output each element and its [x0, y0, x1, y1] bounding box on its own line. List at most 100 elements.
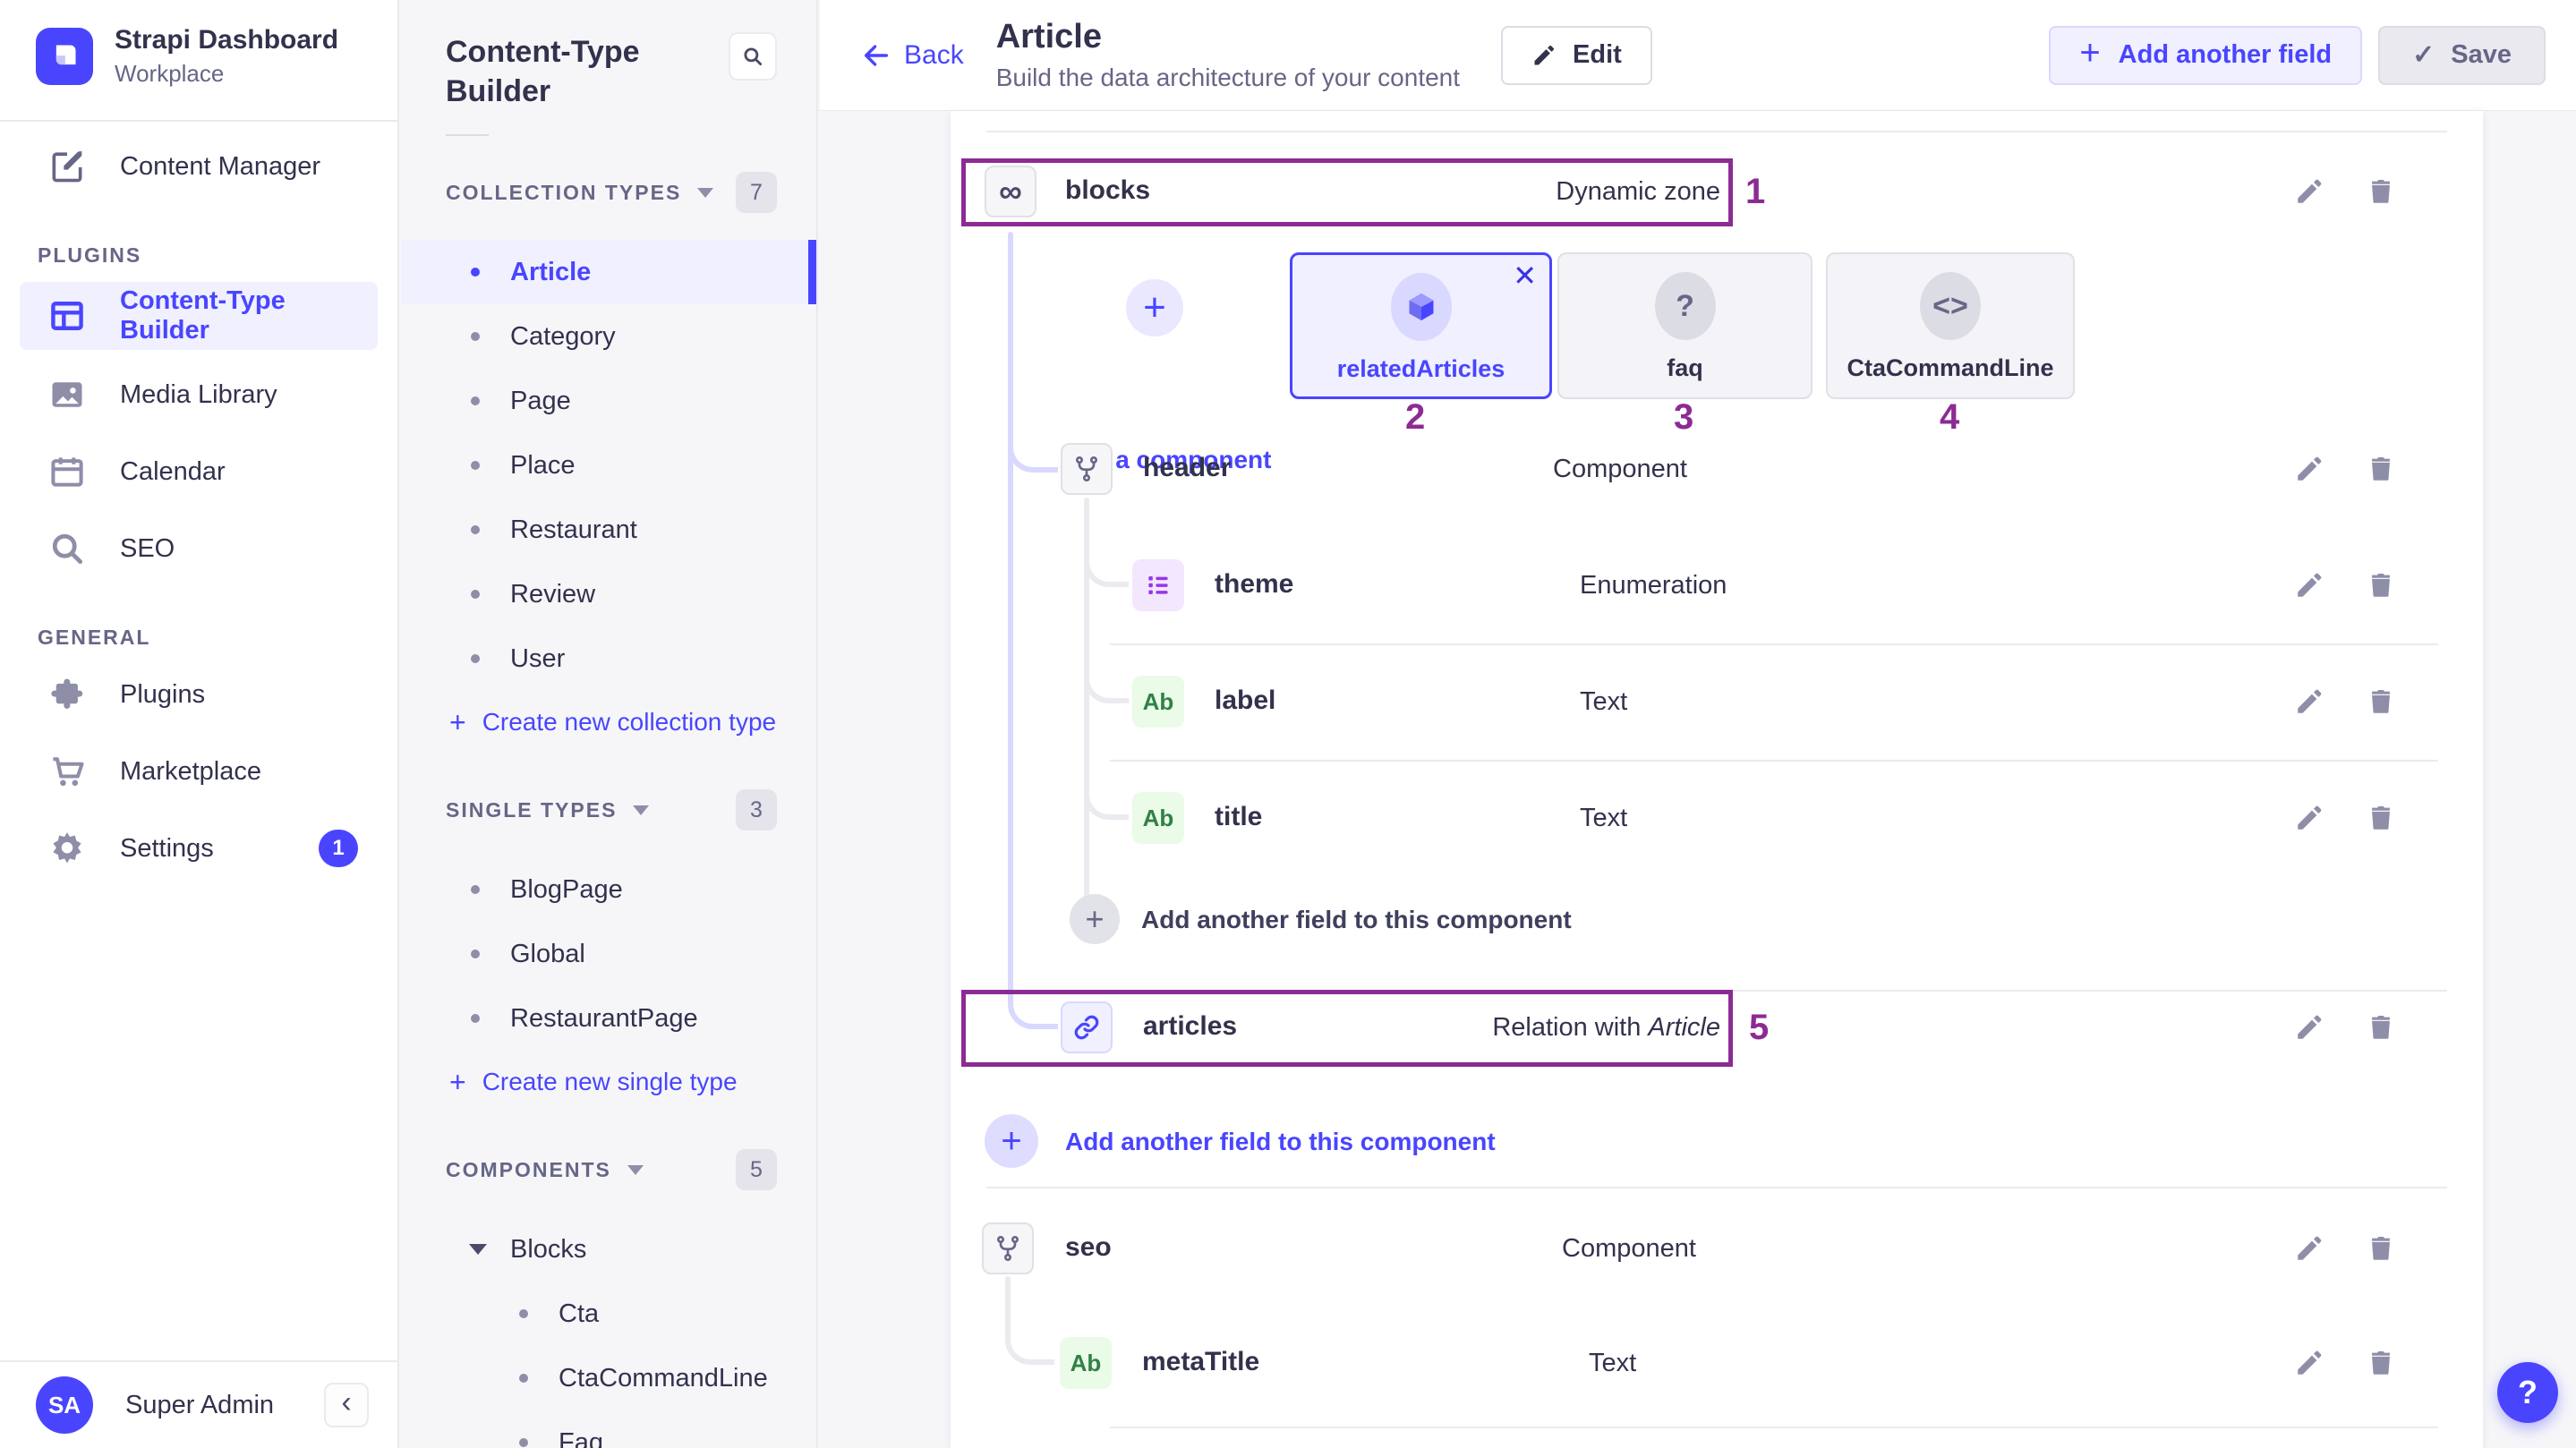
puzzle-icon	[47, 674, 88, 715]
edit-field-button[interactable]	[2291, 451, 2327, 487]
plus-icon: +	[1085, 900, 1104, 938]
annotation-number-4: 4	[1940, 397, 1959, 438]
tree-line-seo	[1005, 1276, 1011, 1332]
chevron-down-icon	[697, 188, 713, 198]
subnav-item-blogpage[interactable]: BlogPage	[401, 857, 816, 922]
sidebar-item-settings[interactable]: Settings 1	[0, 816, 397, 881]
components-header[interactable]: COMPONENTS 5	[446, 1149, 777, 1190]
delete-field-button[interactable]	[2363, 1231, 2399, 1266]
close-icon[interactable]: ✕	[1513, 259, 1537, 293]
sidebar-item-seo[interactable]: SEO	[0, 516, 397, 581]
bullet-icon	[471, 590, 480, 599]
sidebar-item-calendar[interactable]: Calendar	[0, 439, 397, 504]
field-type: Text	[1580, 687, 1627, 717]
subnav-item-article[interactable]: Article	[401, 240, 816, 304]
cube-icon	[1391, 273, 1452, 341]
sidebar-item-content-manager[interactable]: Content Manager	[0, 134, 397, 199]
collapse-sidebar-button[interactable]: ‹	[324, 1383, 369, 1427]
sidebar-item-plugins[interactable]: Plugins	[0, 662, 397, 727]
avatar[interactable]: SA	[36, 1376, 93, 1434]
field-name: title	[1215, 802, 1262, 832]
sidebar-item-label: Content Manager	[120, 152, 320, 182]
create-single-type-link[interactable]: + Create new single type	[401, 1051, 816, 1113]
subnav-item-faq[interactable]: Faq	[401, 1410, 816, 1448]
component-card-relatedarticles[interactable]: ✕ relatedArticles	[1290, 252, 1552, 399]
settings-badge: 1	[319, 830, 358, 867]
divider	[1110, 1427, 2438, 1428]
chevron-down-icon	[627, 1165, 644, 1175]
component-card-faq[interactable]: ? faq	[1557, 252, 1813, 399]
section-label-general: GENERAL	[0, 626, 397, 650]
sidebar-item-content-type-builder[interactable]: Content-Type Builder	[20, 282, 378, 350]
tree-elbow-label	[1084, 664, 1129, 703]
delete-field-button[interactable]	[2363, 567, 2399, 603]
component-icon	[982, 1222, 1034, 1274]
app-root: Strapi Dashboard Workplace Content Manag…	[0, 0, 2576, 1448]
add-component-button[interactable]: +	[1126, 279, 1183, 336]
subnav-item-category[interactable]: Category	[401, 304, 816, 369]
component-card-ctacommandline[interactable]: <> CtaCommandLine	[1826, 252, 2075, 399]
sidebar-item-label: Content-Type Builder	[120, 286, 378, 345]
search-button[interactable]	[729, 32, 777, 81]
single-types-count: 3	[736, 789, 777, 830]
subnav-item-global[interactable]: Global	[401, 922, 816, 986]
bullet-icon	[519, 1374, 528, 1383]
subnav-item-restaurant[interactable]: Restaurant	[401, 498, 816, 562]
workspace-name: Workplace	[115, 60, 338, 88]
enumeration-icon	[1132, 559, 1184, 611]
sidebar-item-label: Settings	[120, 834, 214, 864]
save-button[interactable]: ✓ Save	[2378, 26, 2546, 85]
subnav-item-ctacommandline[interactable]: CtaCommandLine	[401, 1346, 816, 1410]
delete-field-button[interactable]	[2363, 684, 2399, 720]
collection-types-header[interactable]: COLLECTION TYPES 7	[446, 172, 777, 213]
sidebar-item-marketplace[interactable]: Marketplace	[0, 739, 397, 804]
edit-field-button[interactable]	[2291, 1009, 2327, 1045]
bullet-icon	[471, 1014, 480, 1023]
add-field-to-component-button[interactable]: +	[1070, 894, 1120, 944]
edit-field-button[interactable]	[2291, 174, 2327, 209]
subnav-item-restaurantpage[interactable]: RestaurantPage	[401, 986, 816, 1051]
back-link[interactable]: Back	[861, 40, 964, 71]
delete-field-button[interactable]	[2363, 174, 2399, 209]
subnav-item-place[interactable]: Place	[401, 433, 816, 498]
edit-button[interactable]: Edit	[1501, 26, 1652, 85]
delete-field-button[interactable]	[2363, 1009, 2399, 1045]
sidebar-item-label: Media Library	[120, 380, 277, 410]
bullet-icon	[471, 396, 480, 405]
collection-types-count: 7	[736, 172, 777, 213]
add-field-to-component-label[interactable]: Add another field to this component	[1141, 906, 1572, 934]
sidebar-item-label: Plugins	[120, 680, 205, 710]
help-button[interactable]: ?	[2497, 1362, 2558, 1423]
delete-field-button[interactable]	[2363, 451, 2399, 487]
add-field-to-component-button[interactable]: +	[985, 1114, 1038, 1168]
create-collection-type-link[interactable]: + Create new collection type	[401, 691, 816, 754]
single-types-header[interactable]: SINGLE TYPES 3	[446, 789, 777, 830]
ctb-subnav: Content-Type Builder COLLECTION TYPES 7 …	[401, 0, 818, 1448]
add-field-to-component-label[interactable]: Add another field to this component	[1065, 1128, 1496, 1156]
image-icon	[47, 374, 88, 415]
bullet-icon	[471, 268, 480, 277]
sidebar-item-label: SEO	[120, 534, 175, 564]
subnav-item-cta[interactable]: Cta	[401, 1282, 816, 1346]
edit-field-button[interactable]	[2291, 567, 2327, 603]
tree-elbow-theme	[1084, 548, 1129, 587]
divider	[986, 131, 2447, 132]
edit-field-button[interactable]	[2291, 800, 2327, 836]
subnav-item-user[interactable]: User	[401, 626, 816, 691]
delete-field-button[interactable]	[2363, 1345, 2399, 1381]
field-name: seo	[1065, 1232, 1112, 1263]
edit-field-button[interactable]	[2291, 1345, 2327, 1381]
divider	[1110, 643, 2438, 645]
edit-field-button[interactable]	[2291, 684, 2327, 720]
edit-field-button[interactable]	[2291, 1231, 2327, 1266]
annotation-number-3: 3	[1674, 397, 1693, 438]
add-another-field-button[interactable]: + Add another field	[2049, 26, 2362, 85]
component-icon	[1061, 443, 1113, 495]
delete-field-button[interactable]	[2363, 800, 2399, 836]
brand: Strapi Dashboard Workplace	[0, 0, 397, 88]
subnav-item-page[interactable]: Page	[401, 369, 816, 433]
subnav-item-review[interactable]: Review	[401, 562, 816, 626]
component-group-blocks[interactable]: Blocks	[401, 1217, 816, 1282]
sidebar-item-media-library[interactable]: Media Library	[0, 362, 397, 427]
title-block: Article Build the data architecture of y…	[996, 18, 1460, 92]
